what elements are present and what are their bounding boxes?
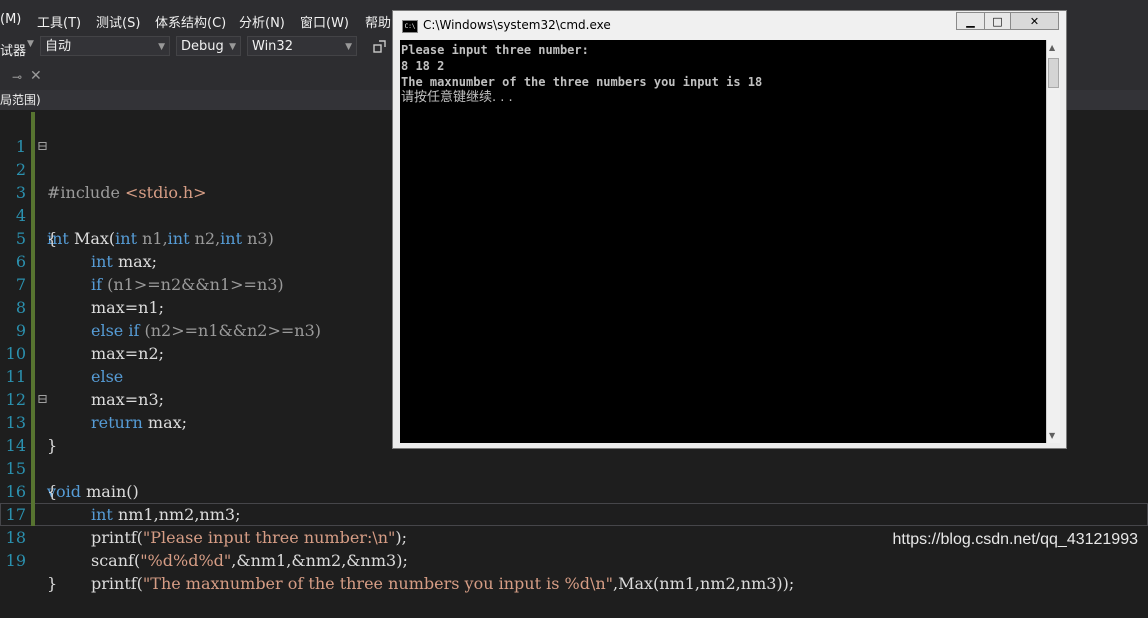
change-marker [31, 480, 35, 503]
console-window[interactable]: C:\ C:\Windows\system32\cmd.exe ▁ □ ✕ Pl… [392, 10, 1067, 449]
menu-item-test[interactable]: 测试(S) [96, 12, 140, 31]
change-marker [31, 296, 35, 319]
configuration-combo[interactable]: Debug ▼ [176, 36, 241, 56]
close-icon: ✕ [1029, 15, 1040, 28]
code-line: 16 printf("Please input three number:\n"… [0, 457, 1148, 547]
code-text: } [47, 574, 58, 593]
code-line: 17 scanf("%d%d%d",&nm1,&nm2,&nm3); [0, 480, 1148, 570]
scope-label: 局范围) [0, 93, 41, 107]
chevron-down-icon: ▼ [229, 42, 236, 52]
debugger-label: 试器 [0, 44, 27, 59]
platform-combo-value: Win32 [252, 39, 293, 54]
console-line: 8 18 2 [401, 59, 445, 73]
console-output[interactable]: Please input three number: 8 18 2 The ma… [400, 40, 1046, 443]
auto-combo-value: 自动 [45, 39, 72, 54]
change-marker [31, 503, 35, 526]
change-marker [31, 227, 35, 250]
menu-item-analyze[interactable]: 分析(N) [239, 12, 285, 31]
change-marker [31, 181, 35, 204]
console-title-bar[interactable]: C:\ C:\Windows\system32\cmd.exe ▁ □ ✕ [393, 11, 1066, 40]
minimize-icon: ▁ [966, 15, 975, 28]
console-scrollbar[interactable]: ▲ ▼ [1046, 40, 1060, 443]
pin-icon[interactable]: ⊸ [12, 70, 22, 84]
menu-item-window[interactable]: 窗口(W) [300, 12, 349, 31]
console-app-icon: C:\ [402, 20, 418, 33]
menu-item-tools[interactable]: 工具(T) [37, 12, 81, 31]
scroll-down-icon[interactable]: ▼ [1049, 431, 1055, 440]
change-marker [31, 250, 35, 273]
change-marker [31, 365, 35, 388]
configuration-combo-value: Debug [181, 39, 224, 54]
maximize-button[interactable]: □ [984, 12, 1011, 30]
change-marker [31, 388, 35, 411]
console-line: 请按任意键继续. . . [401, 90, 513, 105]
change-marker [31, 319, 35, 342]
close-button[interactable]: ✕ [1010, 12, 1059, 30]
change-marker [31, 112, 35, 135]
change-marker [31, 135, 35, 158]
auto-combo[interactable]: 自动 ▼ [40, 36, 170, 56]
collapse-icon[interactable]: ⊟ [37, 135, 48, 158]
platform-combo[interactable]: Win32 ▼ [247, 36, 357, 56]
menu-item-m[interactable]: (M) [0, 12, 21, 27]
change-marker [31, 411, 35, 434]
scroll-up-icon[interactable]: ▲ [1049, 43, 1055, 52]
close-icon[interactable]: ✕ [30, 68, 42, 84]
console-title: C:\Windows\system32\cmd.exe [423, 18, 611, 32]
chevron-down-icon: ▼ [345, 42, 352, 52]
change-marker [31, 273, 35, 296]
debugger-dropdown-icon[interactable]: ▼ [27, 39, 34, 49]
line-number: 19 [5, 551, 26, 570]
code-text: printf("The maxnumber of the three numbe… [91, 574, 795, 593]
change-marker [31, 342, 35, 365]
menu-item-architecture[interactable]: 体系结构(C) [155, 12, 226, 31]
watermark-url: https://blog.csdn.net/qq_43121993 [892, 531, 1138, 548]
code-text: scanf("%d%d%d",&nm1,&nm2,&nm3); [91, 551, 408, 570]
code-line-current: 18 printf("The maxnumber of the three nu… [0, 503, 1148, 593]
scrollbar-thumb[interactable] [1048, 58, 1059, 88]
attach-tool-icon[interactable] [373, 39, 387, 53]
console-line: The maxnumber of the three numbers you i… [401, 75, 763, 89]
chevron-down-icon: ▼ [158, 42, 165, 52]
change-marker [31, 457, 35, 480]
maximize-icon: □ [992, 15, 1003, 28]
collapse-icon[interactable]: ⊟ [37, 388, 48, 411]
change-marker [31, 204, 35, 227]
change-marker [31, 434, 35, 457]
change-marker [31, 158, 35, 181]
console-line: Please input three number: [401, 43, 589, 57]
minimize-button[interactable]: ▁ [956, 12, 985, 30]
